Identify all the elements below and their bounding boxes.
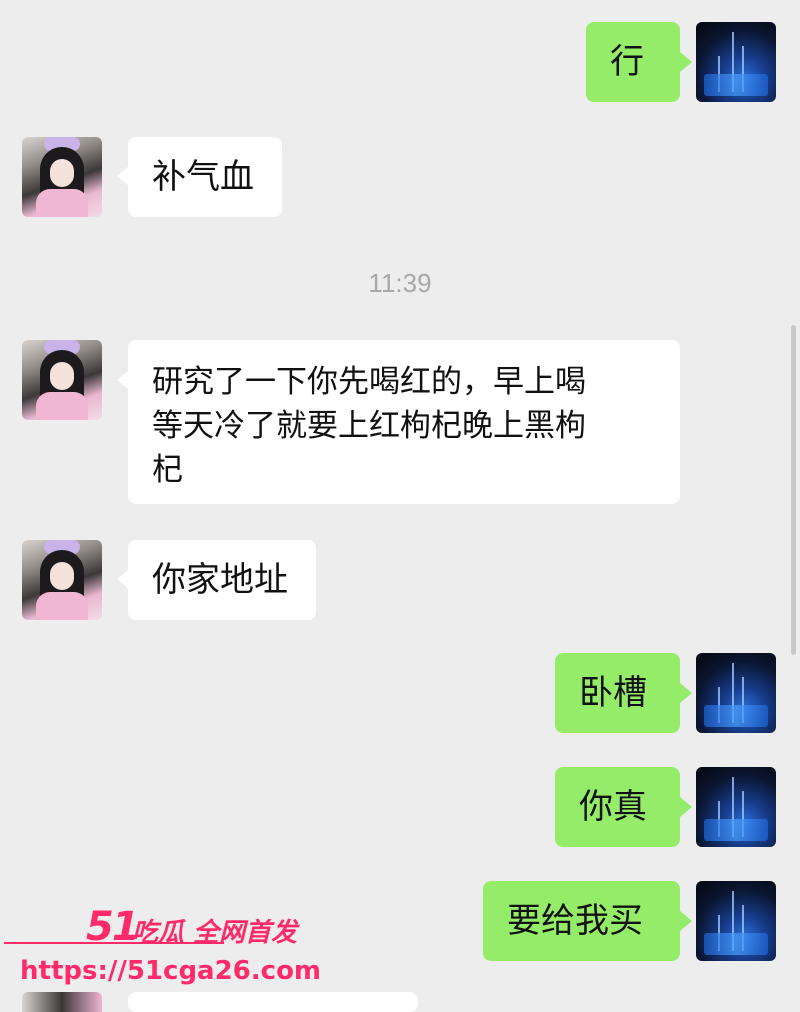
message-bubble[interactable]: 补气血 (128, 137, 282, 217)
bubble-tail (680, 911, 692, 931)
bubble-tail (680, 52, 692, 72)
my-avatar[interactable] (696, 653, 776, 733)
message-text: 你家地址 (152, 560, 288, 600)
message-text: 补气血 (152, 157, 254, 197)
contact-avatar[interactable] (22, 540, 102, 620)
watermark-url: https://51cga26.com (20, 956, 322, 986)
message-bubble[interactable]: 研究了一下你先喝红的，早上喝 等天冷了就要上红枸杞晚上黑枸 杞 (128, 340, 680, 504)
message-bubble[interactable]: 你真 (555, 767, 680, 847)
chat-timestamp: 11:39 (368, 268, 432, 298)
contact-avatar[interactable] (22, 340, 102, 420)
message-text: 研究了一下你先喝红的，早上喝 等天冷了就要上红枸杞晚上黑枸 杞 (152, 364, 586, 488)
my-avatar[interactable] (696, 881, 776, 961)
scrollbar[interactable] (791, 325, 796, 655)
watermark: 51 吃瓜 全网首发 https://51cga26.com (0, 900, 322, 1000)
message-text: 要给我买 (507, 901, 643, 941)
my-avatar[interactable] (696, 22, 776, 102)
bubble-tail (680, 797, 692, 817)
message-bubble[interactable]: 你家地址 (128, 540, 316, 620)
message-bubble[interactable]: 行 (586, 22, 680, 102)
watermark-logo: 51 (86, 904, 140, 950)
watermark-title: 吃瓜 全网首发 (132, 918, 298, 948)
bubble-tail (680, 683, 692, 703)
message-bubble[interactable]: 卧槽 (555, 653, 680, 733)
message-text: 你真 (579, 787, 647, 827)
message-bubble[interactable]: 要给我买 (483, 881, 680, 961)
message-text: 行 (610, 42, 644, 82)
contact-avatar[interactable] (22, 137, 102, 217)
message-text: 卧槽 (579, 673, 647, 713)
my-avatar[interactable] (696, 767, 776, 847)
